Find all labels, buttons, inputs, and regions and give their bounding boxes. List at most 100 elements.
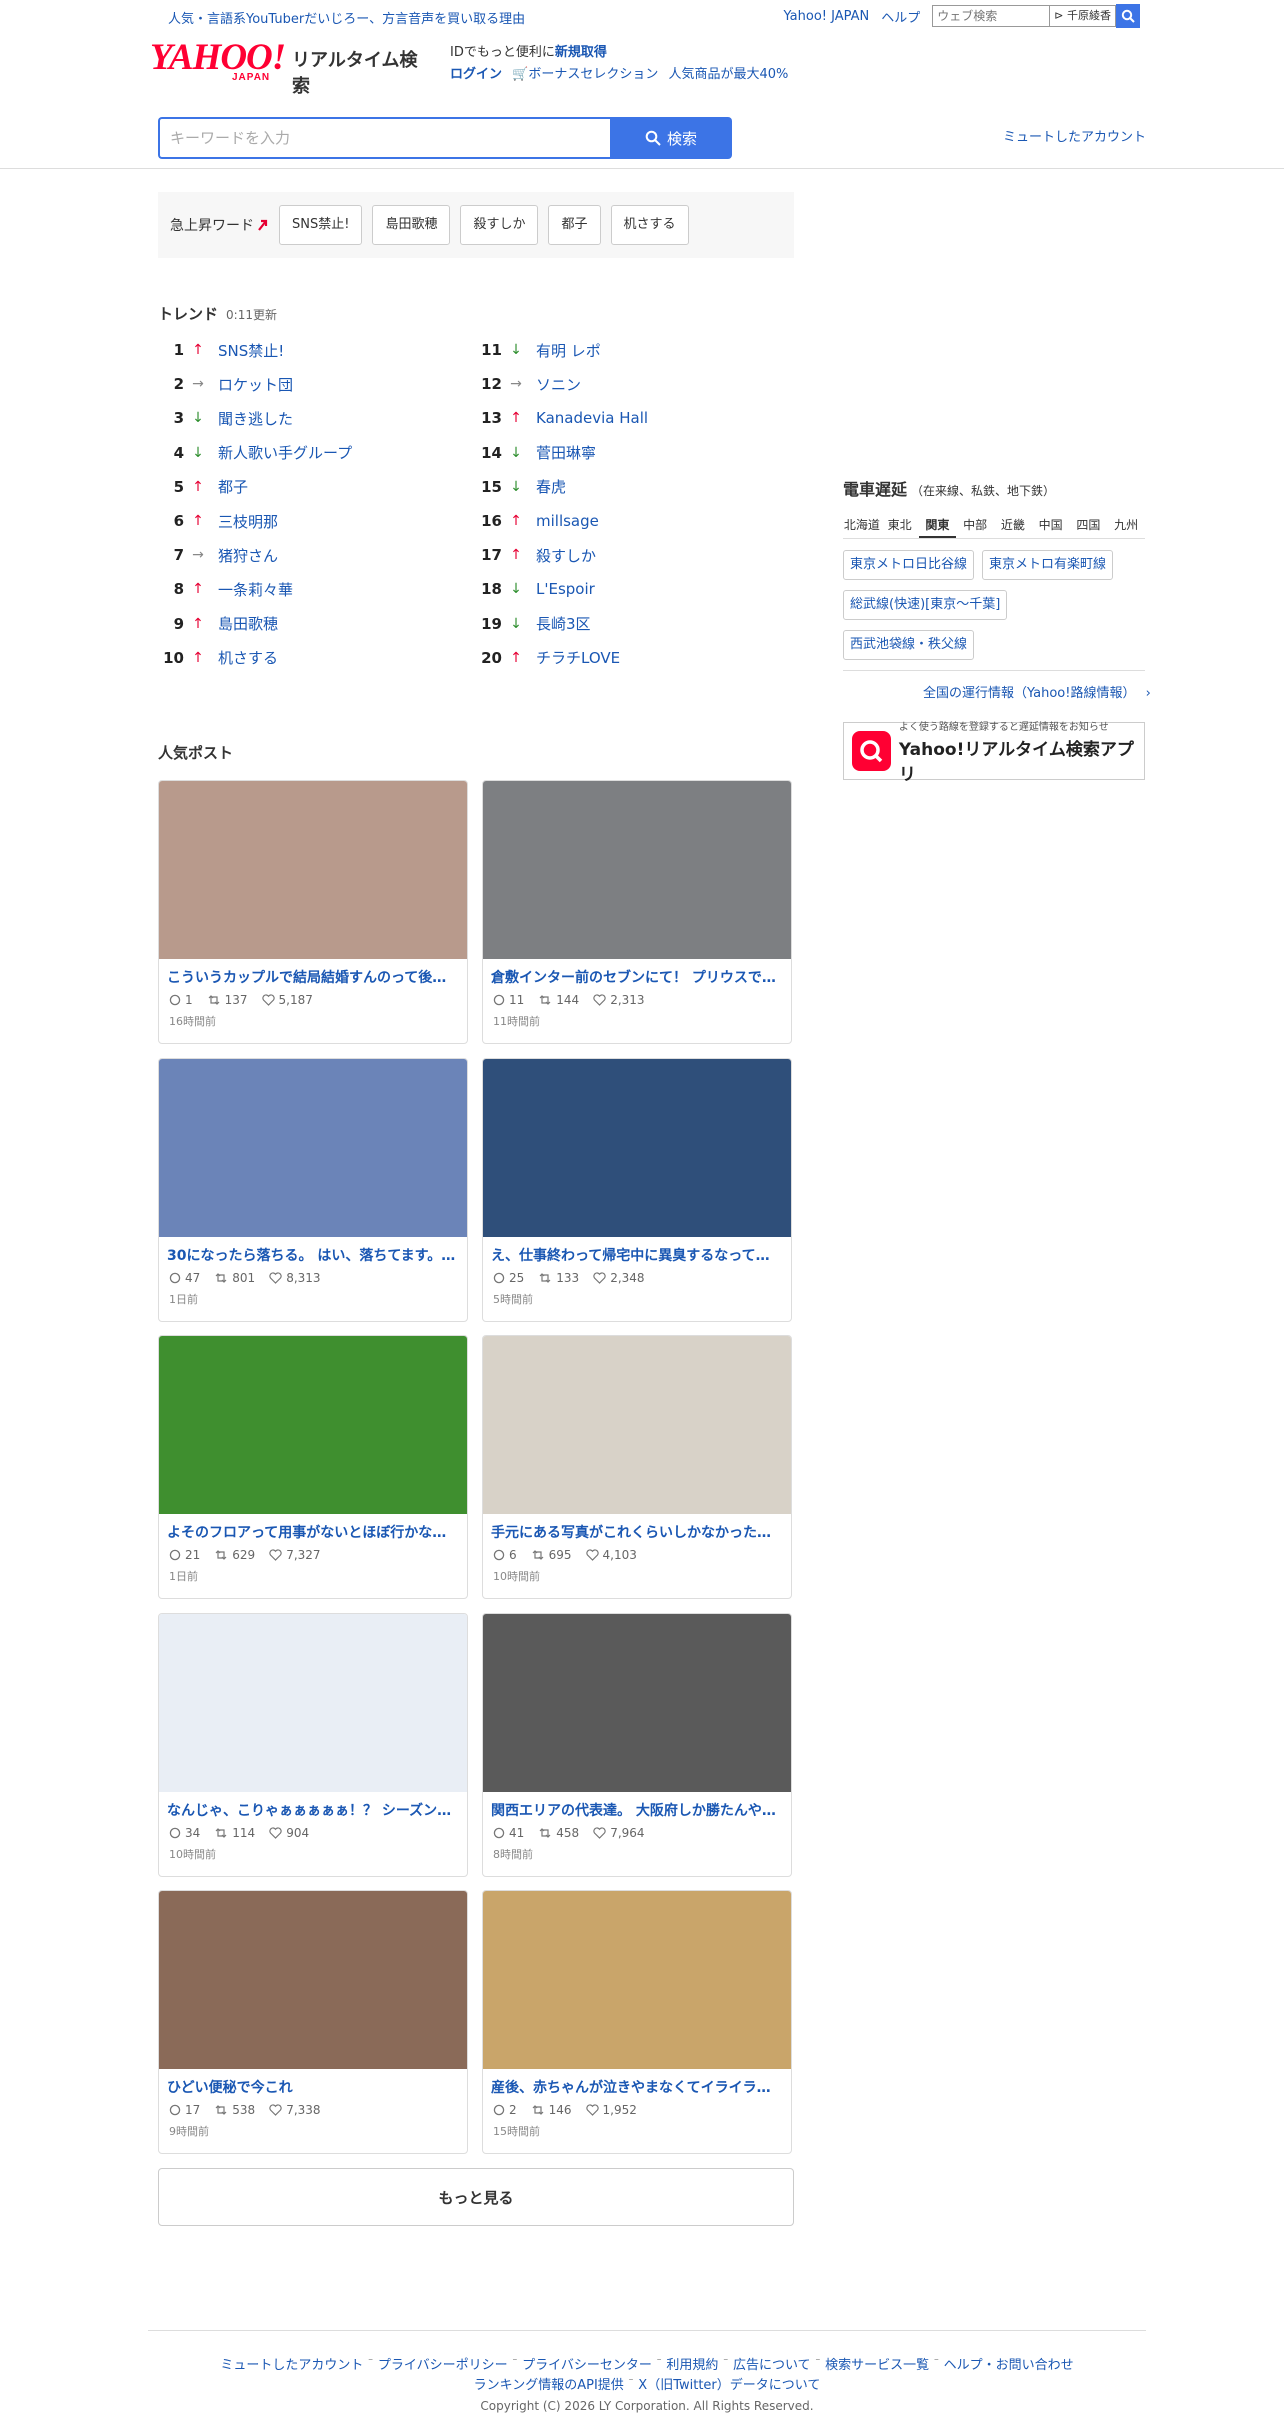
trend-word-link[interactable]: ソニン bbox=[536, 374, 581, 395]
signup-link[interactable]: 新規取得 bbox=[555, 45, 607, 60]
trend-word-link[interactable]: 三枝明那 bbox=[218, 511, 278, 532]
trend-word-link[interactable]: 猪狩さん bbox=[218, 545, 278, 566]
post-title[interactable]: こういうカップルで結局結婚すんのって後… bbox=[167, 967, 459, 987]
region-tab[interactable]: 関東 bbox=[918, 512, 957, 538]
region-tab[interactable]: 中部 bbox=[956, 512, 994, 538]
rising-chip[interactable]: 都子 bbox=[548, 205, 601, 245]
arrow-up-icon: ↑ bbox=[192, 615, 204, 632]
post-image[interactable] bbox=[159, 1058, 467, 1237]
delay-line-chip[interactable]: 東京メトロ日比谷線 bbox=[843, 550, 975, 580]
bonus-selection-link[interactable]: ボーナスセレクション bbox=[528, 67, 658, 82]
login-link[interactable]: ログイン bbox=[450, 67, 502, 82]
post-title[interactable]: 倉敷インター前のセブンにて！ プリウスで… bbox=[491, 967, 783, 987]
search-button[interactable]: 検索 bbox=[610, 117, 732, 159]
post-image[interactable] bbox=[483, 1058, 791, 1237]
post-card[interactable]: え、仕事終わって帰宅中に異臭するなって… 25 133 2,348 5時間前 bbox=[482, 1057, 792, 1322]
footer-link[interactable]: ミュートしたアカウント bbox=[220, 2358, 363, 2373]
bonus-desc-link[interactable]: 人気商品が最大40% bbox=[669, 67, 789, 82]
post-stats: 17 538 7,338 bbox=[169, 2103, 457, 2117]
post-image[interactable] bbox=[483, 1613, 791, 1792]
trend-word-link[interactable]: SNS禁止! bbox=[218, 340, 284, 361]
app-banner[interactable]: よく使う路線を登録すると遅延情報をお知らせ Yahoo!リアルタイム検索アプリ bbox=[843, 722, 1145, 785]
region-tab[interactable]: 近畿 bbox=[994, 512, 1032, 538]
help-link[interactable]: ヘルプ bbox=[881, 7, 920, 26]
post-title[interactable]: よそのフロアって用事がないとほぼ行かな… bbox=[167, 1522, 459, 1542]
post-card[interactable]: こういうカップルで結局結婚すんのって後… 1 137 5,187 16時間前 bbox=[158, 780, 468, 1044]
post-title[interactable]: 産後、赤ちゃんが泣きやまなくてイライラ… bbox=[491, 2077, 783, 2097]
region-tab[interactable]: 四国 bbox=[1070, 512, 1108, 538]
post-card[interactable]: 手元にある写真がこれくらいしかなかった… 6 695 4,103 10時間前 bbox=[482, 1335, 792, 1599]
rising-chip[interactable]: 殺すしか bbox=[460, 205, 539, 245]
logo[interactable]: YAHOO! JAPAN リアルタイム検索 bbox=[150, 39, 430, 97]
x-data-link[interactable]: X（旧Twitter）データについて bbox=[638, 2378, 820, 2393]
post-card[interactable]: よそのフロアって用事がないとほぼ行かな… 21 629 7,327 1日前 bbox=[158, 1335, 468, 1599]
post-title[interactable]: ひどい便秘で今これ bbox=[167, 2077, 459, 2097]
post-card[interactable]: ひどい便秘で今これ 17 538 7,338 9時間前 bbox=[158, 1890, 468, 2154]
post-stats: 6 695 4,103 bbox=[493, 1548, 781, 1562]
trend-word-link[interactable]: 菅田琳寧 bbox=[536, 442, 596, 463]
trend-word-link[interactable]: 殺すしか bbox=[536, 545, 596, 566]
footer-link[interactable]: プライバシーセンター bbox=[522, 2358, 652, 2373]
post-card[interactable]: 産後、赤ちゃんが泣きやまなくてイライラ… 2 146 1,952 15時間前 bbox=[482, 1890, 792, 2154]
trend-word-link[interactable]: Kanadevia Hall bbox=[536, 409, 648, 427]
trend-word-link[interactable]: 聞き逃した bbox=[218, 408, 293, 429]
trend-word-link[interactable]: 机さする bbox=[218, 647, 278, 668]
web-search-suggest[interactable]: ⊳ 千原綾香 bbox=[1050, 5, 1116, 27]
yahoo-japan-link[interactable]: Yahoo! JAPAN bbox=[784, 9, 870, 24]
trend-word-link[interactable]: 長崎3区 bbox=[536, 613, 591, 634]
rising-chip[interactable]: SNS禁止! bbox=[279, 205, 363, 245]
trend-word-link[interactable]: 一条莉々華 bbox=[218, 579, 293, 600]
footer-link[interactable]: 利用規約 bbox=[666, 2358, 718, 2373]
web-search-input[interactable] bbox=[932, 5, 1051, 27]
api-link[interactable]: ランキング情報のAPI提供 bbox=[474, 2378, 624, 2393]
rising-chip[interactable]: 島田歌穂 bbox=[372, 205, 451, 245]
post-card[interactable]: なんじゃ、こりゃぁぁぁぁぁ！？ シーズン… 34 114 904 10時間前 bbox=[158, 1612, 468, 1877]
post-card[interactable]: 関西エリアの代表達。 大阪府しか勝たんや… 41 458 7,964 8時間前 bbox=[482, 1612, 792, 1877]
post-image[interactable] bbox=[159, 1336, 467, 1514]
all-lines-link[interactable]: 全国の運行情報（Yahoo!路線情報） › bbox=[923, 682, 1151, 701]
web-search-button[interactable] bbox=[1116, 4, 1140, 28]
region-tab[interactable]: 中国 bbox=[1032, 512, 1070, 538]
trend-word-link[interactable]: L'Espoir bbox=[536, 580, 595, 598]
post-image[interactable] bbox=[159, 781, 467, 959]
footer-link[interactable]: 検索サービス一覧 bbox=[825, 2358, 929, 2373]
post-time: 15時間前 bbox=[493, 2125, 540, 2138]
delay-line-chip[interactable]: 総武線(快速)[東京～千葉] bbox=[843, 590, 1008, 620]
post-title[interactable]: 手元にある写真がこれくらいしかなかった… bbox=[491, 1522, 783, 1542]
post-card[interactable]: 30になったら落ちる。 はい、落ちてます。… 47 801 8,313 1日前 bbox=[158, 1057, 468, 1322]
arrow-down-icon: ↓ bbox=[510, 615, 522, 632]
trend-word-link[interactable]: 島田歌穂 bbox=[218, 613, 278, 634]
footer-link[interactable]: プライバシーポリシー bbox=[378, 2358, 508, 2373]
trend-word-link[interactable]: 春虎 bbox=[536, 476, 566, 497]
trend-word-link[interactable]: ロケット団 bbox=[218, 374, 293, 395]
footer-link[interactable]: 広告について bbox=[733, 2358, 811, 2373]
post-image[interactable] bbox=[483, 1336, 791, 1514]
region-tab[interactable]: 北海道 bbox=[843, 512, 881, 538]
trend-word-link[interactable]: 都子 bbox=[218, 476, 248, 497]
post-title[interactable]: え、仕事終わって帰宅中に異臭するなって… bbox=[491, 1245, 783, 1265]
post-image[interactable] bbox=[159, 1613, 467, 1792]
rising-chip[interactable]: 机さする bbox=[610, 205, 689, 245]
footer-link[interactable]: ヘルプ・お問い合わせ bbox=[944, 2358, 1074, 2373]
trend-word-link[interactable]: millsage bbox=[536, 512, 599, 530]
post-card[interactable]: 倉敷インター前のセブンにて！ プリウスで… 11 144 2,313 11時間前 bbox=[482, 780, 792, 1044]
muted-accounts-link[interactable]: ミュートしたアカウント bbox=[1003, 126, 1146, 145]
delay-line-chip[interactable]: 東京メトロ有楽町線 bbox=[982, 550, 1114, 580]
top-news-link[interactable]: 人気・言語系YouTuberだいじろー、方言音声を買い取る理由 bbox=[168, 8, 525, 27]
post-title[interactable]: 30になったら落ちる。 はい、落ちてます。… bbox=[167, 1245, 459, 1265]
region-tab[interactable]: 東北 bbox=[881, 512, 919, 538]
post-image[interactable] bbox=[483, 1891, 791, 2069]
more-button[interactable]: もっと見る bbox=[158, 2168, 794, 2226]
reply-stat: 34 bbox=[169, 1826, 200, 1840]
region-tab[interactable]: 九州 bbox=[1107, 512, 1145, 538]
trend-word-link[interactable]: 有明 レポ bbox=[536, 340, 601, 361]
post-image[interactable] bbox=[159, 1891, 467, 2069]
search-input[interactable] bbox=[158, 117, 610, 159]
post-title[interactable]: なんじゃ、こりゃぁぁぁぁぁ！？ シーズン… bbox=[167, 1800, 459, 1820]
post-image[interactable] bbox=[483, 781, 791, 959]
repost-count: 137 bbox=[224, 993, 248, 1007]
trend-word-link[interactable]: チラチLOVE bbox=[536, 647, 620, 668]
delay-line-chip[interactable]: 西武池袋線・秩父線 bbox=[843, 630, 975, 660]
trend-word-link[interactable]: 新人歌い手グループ bbox=[218, 442, 352, 463]
post-title[interactable]: 関西エリアの代表達。 大阪府しか勝たんや… bbox=[491, 1800, 783, 1820]
